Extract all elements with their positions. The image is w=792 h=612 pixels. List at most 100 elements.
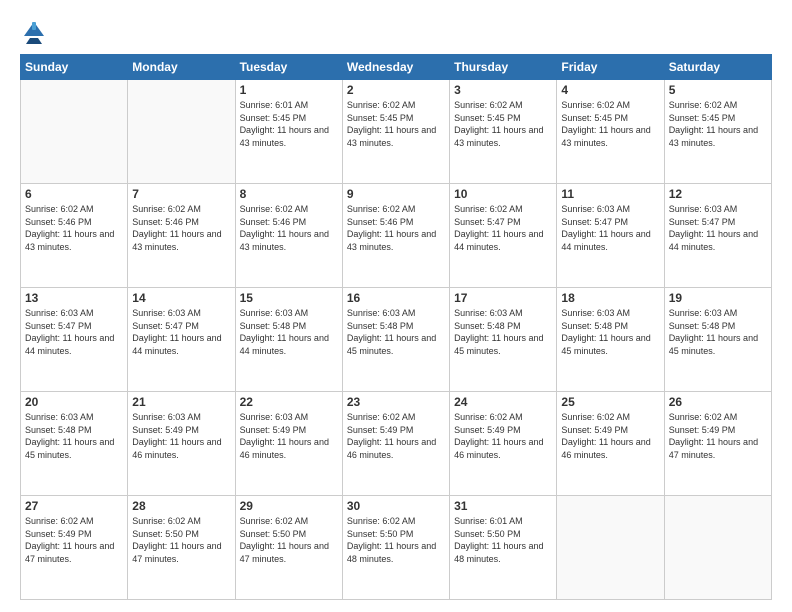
day-info: Sunrise: 6:02 AM Sunset: 5:45 PM Dayligh… [561, 99, 659, 149]
header [20, 16, 772, 44]
calendar-cell: 4 Sunrise: 6:02 AM Sunset: 5:45 PM Daylig… [557, 80, 664, 184]
day-number: 15 [240, 291, 338, 305]
calendar-cell: 15 Sunrise: 6:03 AM Sunset: 5:48 PM Dayli… [235, 288, 342, 392]
day-of-week-header: Sunday [21, 55, 128, 80]
day-number: 28 [132, 499, 230, 513]
calendar-cell: 17 Sunrise: 6:03 AM Sunset: 5:48 PM Dayli… [450, 288, 557, 392]
calendar-cell: 12 Sunrise: 6:03 AM Sunset: 5:47 PM Dayli… [664, 184, 771, 288]
calendar-week-row: 1 Sunrise: 6:01 AM Sunset: 5:45 PM Daylig… [21, 80, 772, 184]
calendar-cell [664, 496, 771, 600]
calendar-cell [557, 496, 664, 600]
day-number: 30 [347, 499, 445, 513]
day-number: 29 [240, 499, 338, 513]
day-number: 19 [669, 291, 767, 305]
day-of-week-header: Thursday [450, 55, 557, 80]
calendar-cell: 2 Sunrise: 6:02 AM Sunset: 5:45 PM Daylig… [342, 80, 449, 184]
day-info: Sunrise: 6:02 AM Sunset: 5:46 PM Dayligh… [240, 203, 338, 253]
calendar-cell: 30Sunrise: 6:02 AM Sunset: 5:50 PM Dayli… [342, 496, 449, 600]
calendar-cell: 8 Sunrise: 6:02 AM Sunset: 5:46 PM Daylig… [235, 184, 342, 288]
day-info: Sunrise: 6:03 AM Sunset: 5:49 PM Dayligh… [240, 411, 338, 461]
day-of-week-header: Friday [557, 55, 664, 80]
day-info: Sunrise: 6:02 AM Sunset: 5:49 PM Dayligh… [25, 515, 123, 565]
day-number: 1 [240, 83, 338, 97]
calendar-cell: 7 Sunrise: 6:02 AM Sunset: 5:46 PM Daylig… [128, 184, 235, 288]
day-of-week-header: Saturday [664, 55, 771, 80]
day-info: Sunrise: 6:02 AM Sunset: 5:45 PM Dayligh… [347, 99, 445, 149]
day-info: Sunrise: 6:02 AM Sunset: 5:50 PM Dayligh… [240, 515, 338, 565]
page: SundayMondayTuesdayWednesdayThursdayFrid… [0, 0, 792, 612]
day-info: Sunrise: 6:03 AM Sunset: 5:48 PM Dayligh… [454, 307, 552, 357]
day-info: Sunrise: 6:01 AM Sunset: 5:45 PM Dayligh… [240, 99, 338, 149]
day-number: 9 [347, 187, 445, 201]
day-info: Sunrise: 6:03 AM Sunset: 5:48 PM Dayligh… [347, 307, 445, 357]
day-info: Sunrise: 6:03 AM Sunset: 5:49 PM Dayligh… [132, 411, 230, 461]
calendar-cell: 14 Sunrise: 6:03 AM Sunset: 5:47 PM Dayli… [128, 288, 235, 392]
calendar-cell: 29 Sunrise: 6:02 AM Sunset: 5:50 PM Dayli… [235, 496, 342, 600]
day-info: Sunrise: 6:02 AM Sunset: 5:46 PM Dayligh… [25, 203, 123, 253]
day-number: 31 [454, 499, 552, 513]
day-info: Sunrise: 6:02 AM Sunset: 5:46 PM Dayligh… [132, 203, 230, 253]
day-info: Sunrise: 6:03 AM Sunset: 5:48 PM Dayligh… [240, 307, 338, 357]
day-info: Sunrise: 6:02 AM Sunset: 5:49 PM Dayligh… [561, 411, 659, 461]
day-number: 14 [132, 291, 230, 305]
day-number: 4 [561, 83, 659, 97]
day-info: Sunrise: 6:03 AM Sunset: 5:48 PM Dayligh… [669, 307, 767, 357]
day-number: 10 [454, 187, 552, 201]
day-number: 25 [561, 395, 659, 409]
day-number: 18 [561, 291, 659, 305]
calendar-cell: 6 Sunrise: 6:02 AM Sunset: 5:46 PM Daylig… [21, 184, 128, 288]
calendar-table: SundayMondayTuesdayWednesdayThursdayFrid… [20, 54, 772, 600]
day-info: Sunrise: 6:02 AM Sunset: 5:46 PM Dayligh… [347, 203, 445, 253]
logo-icon [20, 16, 48, 44]
calendar-cell: 3 Sunrise: 6:02 AM Sunset: 5:45 PM Daylig… [450, 80, 557, 184]
calendar-week-row: 6 Sunrise: 6:02 AM Sunset: 5:46 PM Daylig… [21, 184, 772, 288]
calendar-week-row: 27 Sunrise: 6:02 AM Sunset: 5:49 PM Dayli… [21, 496, 772, 600]
day-info: Sunrise: 6:03 AM Sunset: 5:47 PM Dayligh… [669, 203, 767, 253]
day-info: Sunrise: 6:02 AM Sunset: 5:49 PM Dayligh… [669, 411, 767, 461]
day-number: 23 [347, 395, 445, 409]
day-number: 5 [669, 83, 767, 97]
calendar-cell [21, 80, 128, 184]
day-info: Sunrise: 6:03 AM Sunset: 5:48 PM Dayligh… [25, 411, 123, 461]
calendar-cell: 22 Sunrise: 6:03 AM Sunset: 5:49 PM Dayli… [235, 392, 342, 496]
calendar-cell: 19 Sunrise: 6:03 AM Sunset: 5:48 PM Dayli… [664, 288, 771, 392]
day-number: 7 [132, 187, 230, 201]
calendar-cell: 9 Sunrise: 6:02 AM Sunset: 5:46 PM Daylig… [342, 184, 449, 288]
day-number: 22 [240, 395, 338, 409]
day-number: 3 [454, 83, 552, 97]
calendar-cell: 16Sunrise: 6:03 AM Sunset: 5:48 PM Dayli… [342, 288, 449, 392]
calendar-cell: 23 Sunrise: 6:02 AM Sunset: 5:49 PM Dayli… [342, 392, 449, 496]
calendar-week-row: 20 Sunrise: 6:03 AM Sunset: 5:48 PM Dayli… [21, 392, 772, 496]
day-of-week-header: Wednesday [342, 55, 449, 80]
day-info: Sunrise: 6:02 AM Sunset: 5:49 PM Dayligh… [347, 411, 445, 461]
calendar-cell: 11Sunrise: 6:03 AM Sunset: 5:47 PM Dayli… [557, 184, 664, 288]
calendar-cell: 25 Sunrise: 6:02 AM Sunset: 5:49 PM Dayli… [557, 392, 664, 496]
day-number: 20 [25, 395, 123, 409]
day-number: 12 [669, 187, 767, 201]
calendar-cell: 1 Sunrise: 6:01 AM Sunset: 5:45 PM Daylig… [235, 80, 342, 184]
calendar-header-row: SundayMondayTuesdayWednesdayThursdayFrid… [21, 55, 772, 80]
day-info: Sunrise: 6:02 AM Sunset: 5:49 PM Dayligh… [454, 411, 552, 461]
calendar-cell: 27 Sunrise: 6:02 AM Sunset: 5:49 PM Dayli… [21, 496, 128, 600]
day-number: 21 [132, 395, 230, 409]
calendar-cell [128, 80, 235, 184]
day-number: 17 [454, 291, 552, 305]
day-number: 13 [25, 291, 123, 305]
day-number: 24 [454, 395, 552, 409]
day-info: Sunrise: 6:02 AM Sunset: 5:47 PM Dayligh… [454, 203, 552, 253]
day-number: 8 [240, 187, 338, 201]
day-number: 11 [561, 187, 659, 201]
calendar-cell: 26Sunrise: 6:02 AM Sunset: 5:49 PM Dayli… [664, 392, 771, 496]
calendar-cell: 13Sunrise: 6:03 AM Sunset: 5:47 PM Dayli… [21, 288, 128, 392]
day-number: 6 [25, 187, 123, 201]
day-info: Sunrise: 6:01 AM Sunset: 5:50 PM Dayligh… [454, 515, 552, 565]
day-number: 27 [25, 499, 123, 513]
day-info: Sunrise: 6:03 AM Sunset: 5:47 PM Dayligh… [132, 307, 230, 357]
calendar-cell: 31 Sunrise: 6:01 AM Sunset: 5:50 PM Dayli… [450, 496, 557, 600]
logo [20, 16, 52, 44]
day-info: Sunrise: 6:02 AM Sunset: 5:45 PM Dayligh… [454, 99, 552, 149]
day-of-week-header: Tuesday [235, 55, 342, 80]
day-of-week-header: Monday [128, 55, 235, 80]
day-info: Sunrise: 6:02 AM Sunset: 5:50 PM Dayligh… [132, 515, 230, 565]
day-number: 2 [347, 83, 445, 97]
